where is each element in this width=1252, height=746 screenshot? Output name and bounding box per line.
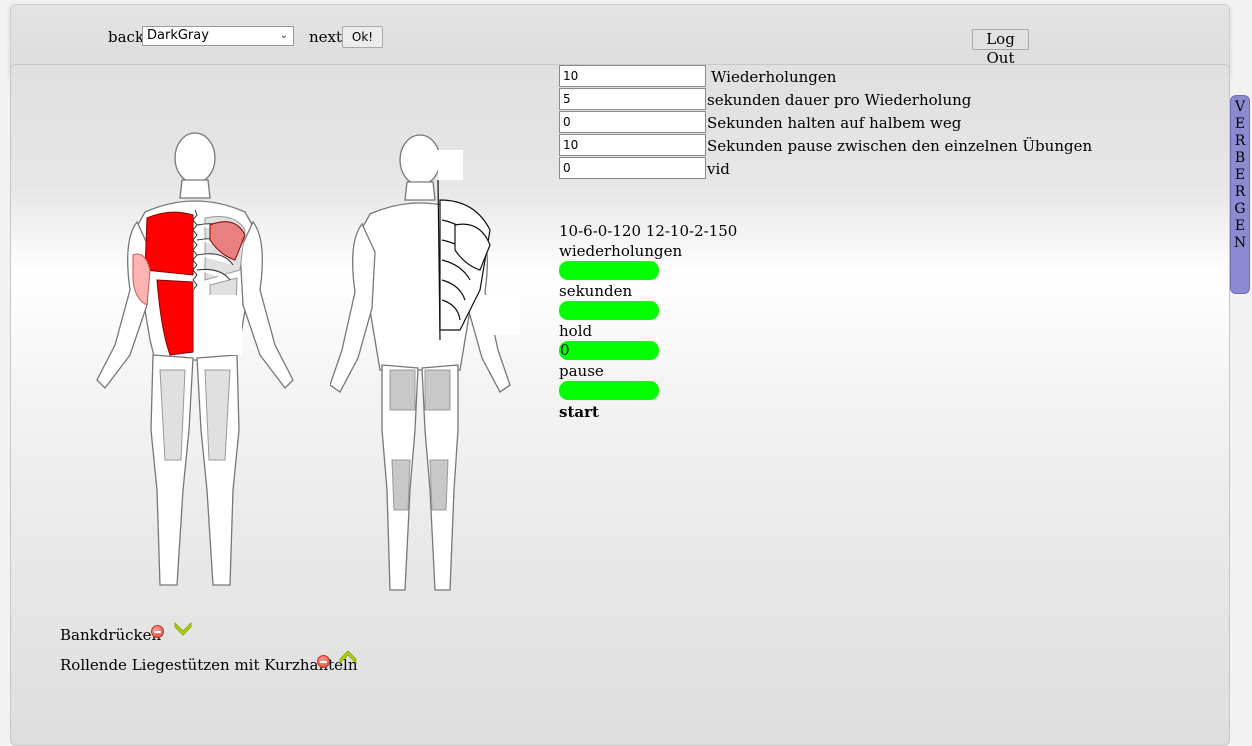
- color-select-value: DarkGray: [147, 28, 209, 43]
- back-muscle-figure: [330, 134, 520, 591]
- duration-input[interactable]: 5: [559, 88, 706, 110]
- pause-label: Sekunden pause zwischen den einzelnen Üb…: [707, 137, 1093, 155]
- hide-tab-letter: B: [1234, 150, 1246, 166]
- counter-label-seconds: sekunden: [559, 282, 633, 300]
- chevron-up-icon[interactable]: [338, 650, 358, 666]
- exercise-item-bankdruecken: Bankdrücken: [60, 626, 162, 644]
- hide-tab-letter: V: [1234, 99, 1246, 115]
- repetitions-input[interactable]: 10: [559, 65, 706, 87]
- hide-tab-letter: E: [1234, 167, 1246, 183]
- repetitions-label: Wiederholungen: [711, 68, 837, 86]
- remove-icon[interactable]: [317, 655, 330, 668]
- color-select[interactable]: DarkGray ⌄: [142, 26, 294, 46]
- hide-tab-letter: E: [1234, 116, 1246, 132]
- pause-input[interactable]: 10: [559, 134, 706, 156]
- counter-label-repetitions: wiederholungen: [559, 242, 683, 260]
- duration-label: sekunden dauer pro Wiederholung: [707, 91, 972, 109]
- presets-text: 10-6-0-120 12-10-2-150: [559, 222, 738, 240]
- front-muscle-figure: [96, 132, 294, 586]
- counter-label-pause: pause: [559, 362, 604, 380]
- counter-label-hold: hold: [559, 322, 593, 340]
- counter-bar-hold: 0: [559, 341, 659, 360]
- vid-input[interactable]: 0: [559, 157, 706, 179]
- start-button[interactable]: start: [559, 403, 599, 421]
- hold-input[interactable]: 0: [559, 111, 706, 133]
- hide-tab-letter: G: [1234, 201, 1246, 217]
- back-link[interactable]: back: [108, 28, 144, 46]
- counter-bar-seconds: [559, 301, 659, 320]
- chevron-down-icon: ⌄: [279, 30, 288, 41]
- hide-panel-tab[interactable]: V E R B E R G E N: [1230, 95, 1250, 294]
- hide-tab-letter: N: [1233, 235, 1247, 251]
- vid-label: vid: [707, 160, 730, 178]
- hide-tab-letter: E: [1234, 218, 1246, 234]
- hide-tab-letter: R: [1234, 184, 1246, 200]
- chevron-down-icon[interactable]: [173, 620, 193, 636]
- logout-button[interactable]: Log Out: [972, 29, 1029, 67]
- hold-label: Sekunden halten auf halbem weg: [707, 114, 962, 132]
- next-link[interactable]: next: [309, 28, 342, 46]
- exercise-item-rollende-liegestuetzen: Rollende Liegestützen mit Kurzhanteln: [60, 656, 358, 674]
- ok-button[interactable]: Ok!: [342, 26, 383, 48]
- counter-bar-pause: [559, 381, 659, 400]
- hide-tab-letter: R: [1234, 133, 1246, 149]
- counter-bar-repetitions: [559, 261, 659, 280]
- remove-icon[interactable]: [151, 625, 164, 638]
